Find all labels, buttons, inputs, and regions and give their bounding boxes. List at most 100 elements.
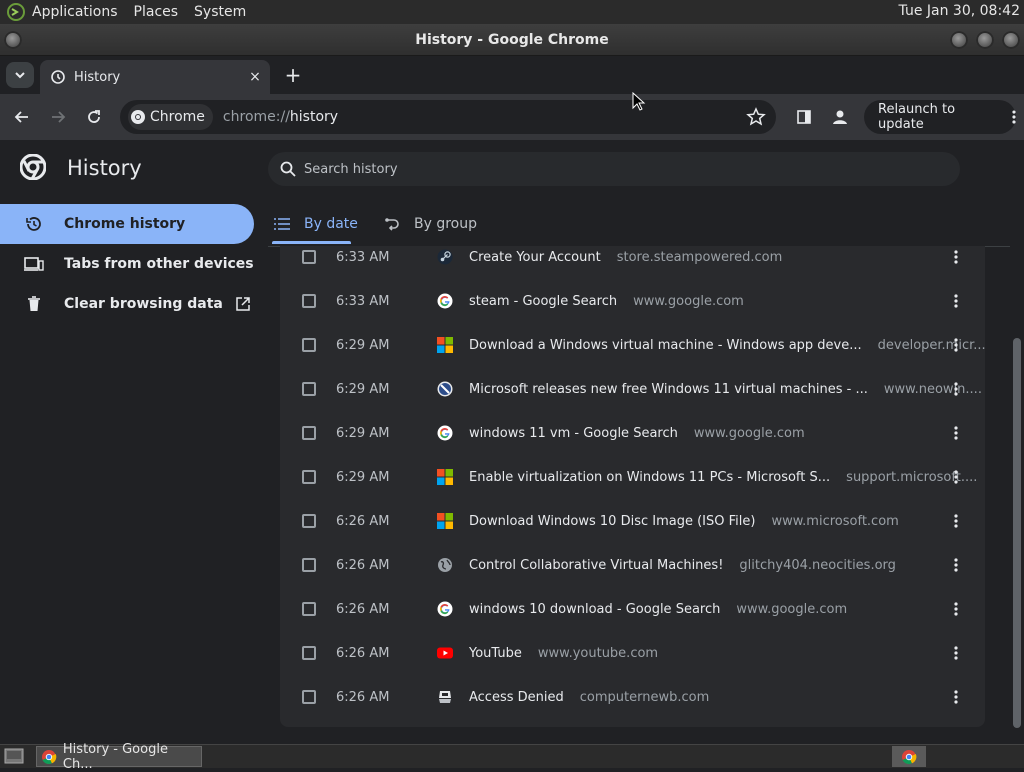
mate-logo-icon[interactable]: [6, 2, 26, 22]
more-actions-button[interactable]: [948, 687, 964, 707]
page-title-link[interactable]: Access Denied: [469, 690, 564, 705]
relaunch-label: Relaunch to update: [878, 102, 956, 132]
row-checkbox[interactable]: [302, 294, 316, 308]
visit-time: 6:26 AM: [336, 645, 390, 661]
chrome-color-icon: [902, 749, 917, 764]
sidebar-item-chrome-history[interactable]: Chrome history: [0, 204, 254, 244]
taskbar-item-chrome[interactable]: History - Google Ch...: [36, 742, 202, 772]
tab-label: By date: [304, 216, 358, 232]
close-tab-button[interactable]: ×: [246, 68, 264, 86]
row-checkbox[interactable]: [302, 382, 316, 396]
visit-time: 6:29 AM: [336, 337, 390, 353]
page-title-link[interactable]: YouTube: [469, 646, 522, 661]
more-actions-button[interactable]: [948, 599, 964, 619]
scrollbar[interactable]: [1010, 246, 1024, 744]
search-icon: [280, 161, 296, 177]
more-vert-icon: [954, 514, 958, 528]
history-row[interactable]: 6:33 AM steam - Google Search www.google.c…: [280, 279, 985, 323]
bookmark-star-icon[interactable]: [746, 107, 766, 127]
more-vert-icon: [954, 426, 958, 440]
page-title-link[interactable]: windows 10 download - Google Search: [469, 602, 720, 617]
tab-history[interactable]: History ×: [40, 60, 270, 94]
row-checkbox[interactable]: [302, 426, 316, 440]
tray-chrome-button[interactable]: [892, 746, 926, 767]
more-actions-button[interactable]: [948, 291, 964, 311]
page-title-link[interactable]: Download a Windows virtual machine - Win…: [469, 338, 862, 353]
row-checkbox[interactable]: [302, 690, 316, 704]
history-row[interactable]: 6:26 AM YouTube www.youtube.com: [280, 631, 985, 675]
close-window-button[interactable]: [1002, 31, 1020, 49]
arrow-left-icon: [14, 111, 28, 123]
steam-favicon-icon: [437, 249, 453, 265]
tab-label: By group: [414, 216, 477, 232]
back-button[interactable]: [10, 105, 34, 129]
page-domain: www.google.com: [693, 425, 805, 441]
sidebar-item-label: Clear browsing data: [64, 296, 223, 312]
chip-label: Chrome: [150, 109, 205, 125]
page-title-link[interactable]: Download Windows 10 Disc Image (ISO File…: [469, 514, 755, 529]
side-panel-button[interactable]: [792, 105, 816, 129]
page-title-link[interactable]: Control Collaborative Virtual Machines!: [469, 558, 723, 573]
history-row[interactable]: 6:29 AM Enable virtualization on Windows …: [280, 455, 985, 499]
history-row[interactable]: 6:26 AM windows 10 download - Google Sear…: [280, 587, 985, 631]
page-domain: developer.micr...: [877, 337, 985, 353]
system-menu[interactable]: System: [194, 4, 246, 20]
history-row[interactable]: 6:26 AM Control Collaborative Virtual Mac…: [280, 543, 985, 587]
tab-by-date[interactable]: By date: [274, 204, 358, 244]
places-menu[interactable]: Places: [134, 4, 179, 20]
sidebar-item-clear-browsing-data[interactable]: Clear browsing data: [0, 284, 256, 324]
row-checkbox[interactable]: [302, 646, 316, 660]
sidebar-item-tabs-other-devices[interactable]: Tabs from other devices: [0, 244, 256, 284]
page-title-link[interactable]: steam - Google Search: [469, 294, 617, 309]
history-row[interactable]: 6:29 AM windows 11 vm - Google Search www.…: [280, 411, 985, 455]
window-menu-icon[interactable]: [4, 31, 22, 49]
page-title-link[interactable]: windows 11 vm - Google Search: [469, 426, 678, 441]
row-checkbox[interactable]: [302, 514, 316, 528]
new-tab-button[interactable]: +: [282, 63, 304, 87]
reload-button[interactable]: [82, 105, 106, 129]
more-actions-button[interactable]: [948, 335, 964, 355]
address-bar[interactable]: Chrome chrome://history: [120, 100, 776, 134]
history-view-tabs: By date By group: [268, 204, 1020, 247]
more-actions-button[interactable]: [948, 379, 964, 399]
row-checkbox[interactable]: [302, 602, 316, 616]
more-actions-button[interactable]: [948, 511, 964, 531]
window-title-bar[interactable]: History - Google Chrome: [0, 24, 1024, 56]
row-checkbox[interactable]: [302, 470, 316, 484]
youtube-favicon-icon: [437, 645, 453, 661]
clock[interactable]: Tue Jan 30, 08:42: [899, 3, 1020, 19]
history-row[interactable]: 6:26 AM Access Denied computernewb.com: [280, 675, 985, 719]
minimize-button[interactable]: [950, 31, 968, 49]
applications-menu[interactable]: Applications: [32, 4, 118, 20]
page-title-link[interactable]: Create Your Account: [469, 250, 601, 265]
history-row[interactable]: 6:29 AM Download a Windows virtual machin…: [280, 323, 985, 367]
tab-by-group[interactable]: By group: [384, 204, 477, 244]
row-checkbox[interactable]: [302, 558, 316, 572]
more-actions-button[interactable]: [948, 555, 964, 575]
row-checkbox[interactable]: [302, 250, 316, 264]
profile-button[interactable]: [828, 105, 852, 129]
row-checkbox[interactable]: [302, 338, 316, 352]
more-vert-icon: [954, 338, 958, 352]
relaunch-to-update-button[interactable]: Relaunch to update: [864, 100, 1016, 134]
maximize-button[interactable]: [976, 31, 994, 49]
history-row[interactable]: 6:26 AM Download Windows 10 Disc Image (I…: [280, 499, 985, 543]
more-actions-button[interactable]: [948, 423, 964, 443]
more-actions-button[interactable]: [948, 643, 964, 663]
search-history-input[interactable]: Search history: [268, 152, 960, 186]
more-vert-icon: [954, 558, 958, 572]
page-title-link[interactable]: Microsoft releases new free Windows 11 v…: [469, 382, 868, 397]
show-desktop-icon[interactable]: [4, 748, 24, 764]
forward-button[interactable]: [46, 105, 70, 129]
chrome-logo-icon: [20, 154, 46, 180]
scroll-thumb[interactable]: [1013, 338, 1021, 728]
page-title-link[interactable]: Enable virtualization on Windows 11 PCs …: [469, 470, 830, 485]
history-row[interactable]: 6:33 AM Create Your Account store.steampow…: [280, 246, 985, 279]
tab-search-button[interactable]: [6, 62, 34, 88]
more-actions-button[interactable]: [948, 467, 964, 487]
history-row[interactable]: 6:29 AM Microsoft releases new free Windo…: [280, 367, 985, 411]
history-icon: [24, 214, 44, 234]
site-info-chip[interactable]: Chrome: [128, 104, 213, 130]
list-icon: [274, 218, 290, 230]
more-actions-button[interactable]: [948, 247, 964, 267]
